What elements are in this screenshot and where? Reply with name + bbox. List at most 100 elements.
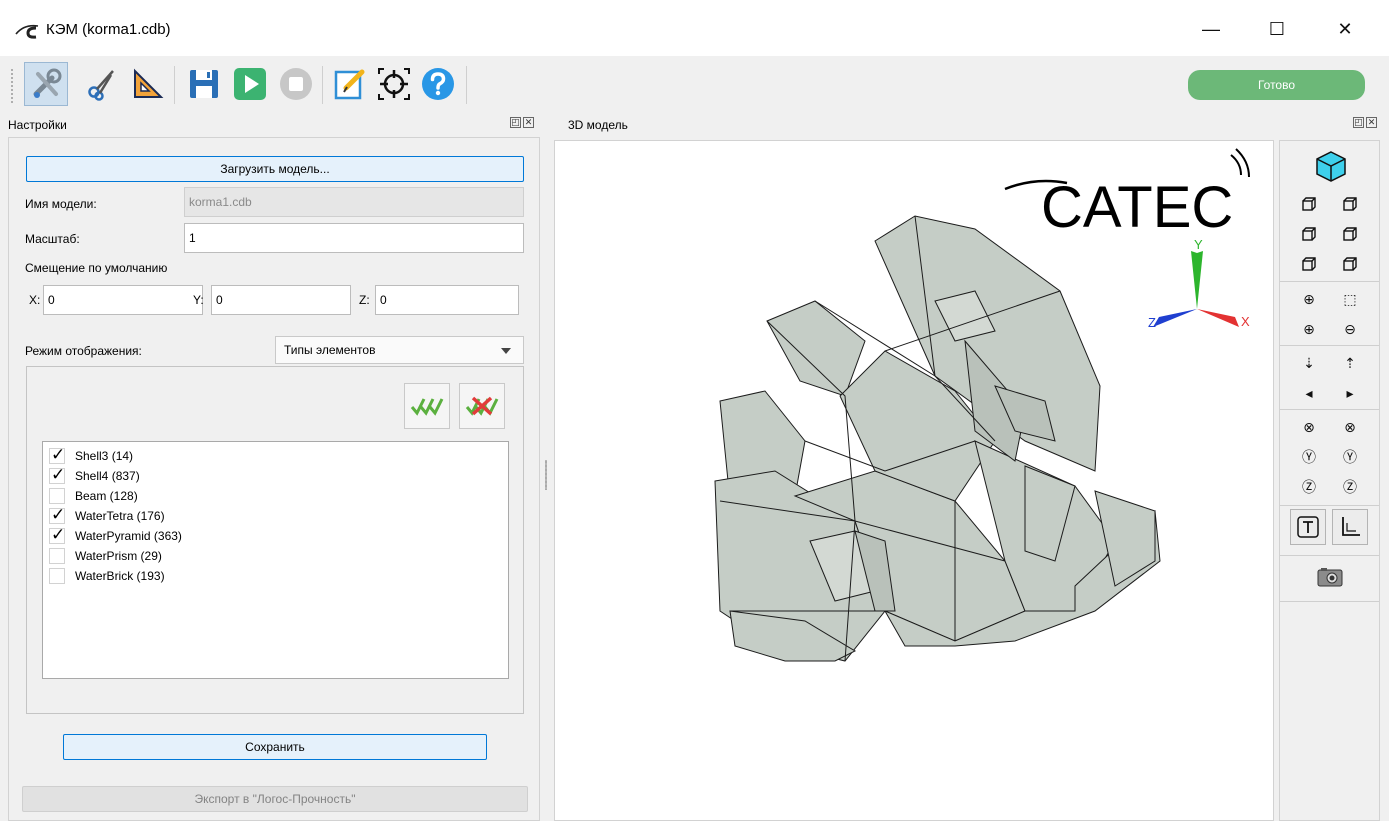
ruler-icon xyxy=(134,68,164,98)
close-panel-button[interactable]: ✕ xyxy=(1366,117,1377,128)
scale-field[interactable]: 1 xyxy=(184,223,524,253)
element-type-label: WaterBrick (193) xyxy=(75,569,165,583)
measure-button[interactable] xyxy=(126,62,170,106)
rotate-y-ccw-icon: Ⓨ xyxy=(1302,449,1316,465)
panel-splitter[interactable] xyxy=(545,460,547,490)
pan-down-button[interactable]: ⇣ xyxy=(1297,351,1321,375)
element-type-item[interactable]: WaterPrism (29) xyxy=(49,546,162,566)
rotate-x-cw-button[interactable]: ⊗ xyxy=(1338,415,1362,439)
rotate-y-ccw-button[interactable]: Ⓨ xyxy=(1297,445,1321,469)
pan-left-button[interactable]: ◂ xyxy=(1297,381,1321,405)
toolbar-grip[interactable] xyxy=(10,68,14,104)
text-toggle-button[interactable] xyxy=(1290,509,1326,545)
cut-button[interactable] xyxy=(80,62,124,106)
rotate-x-cw-icon: ⊗ xyxy=(1344,418,1356,435)
element-type-item[interactable]: Shell3 (14) xyxy=(49,445,133,466)
model-name-field[interactable]: korma1.cdb xyxy=(184,187,524,217)
close-button[interactable]: ✕ xyxy=(1322,14,1368,44)
element-type-item[interactable]: WaterTetra (176) xyxy=(49,505,165,526)
rotate-x-ccw-button[interactable]: ⊗ xyxy=(1297,415,1321,439)
uncheck-all-icon xyxy=(465,396,499,416)
zoom-in-button[interactable]: ⊕ xyxy=(1297,317,1321,341)
load-model-button[interactable]: Загрузить модель... xyxy=(26,156,524,182)
rotate-y-cw-button[interactable]: Ⓨ xyxy=(1338,445,1362,469)
help-icon xyxy=(422,68,454,100)
maximize-button[interactable]: ☐ xyxy=(1254,14,1300,44)
view-toolbar-separator xyxy=(1280,281,1379,282)
element-type-checkbox[interactable] xyxy=(49,548,65,564)
iso-view-button[interactable] xyxy=(1314,149,1348,183)
element-type-label: WaterTetra (176) xyxy=(75,509,165,523)
zoom-region-button[interactable]: ⬚ xyxy=(1338,287,1362,311)
run-button[interactable] xyxy=(228,62,272,106)
zoom-fit-button[interactable]: ⊕ xyxy=(1297,287,1321,311)
right-view-icon xyxy=(1342,226,1358,245)
export-button[interactable]: Экспорт в "Логос-Прочность" xyxy=(22,786,528,812)
display-mode-label: Режим отображения: xyxy=(25,344,142,358)
edit-button[interactable] xyxy=(328,62,372,106)
save-button[interactable]: Сохранить xyxy=(63,734,487,760)
edit-icon xyxy=(334,69,365,100)
mesh-model xyxy=(714,215,1161,662)
select-target-button[interactable] xyxy=(372,62,416,106)
element-type-checkbox[interactable] xyxy=(49,445,65,465)
float-panel-button[interactable]: ◰ xyxy=(1353,117,1364,128)
element-type-item[interactable]: WaterPyramid (363) xyxy=(49,525,182,546)
float-panel-button[interactable]: ◰ xyxy=(510,117,521,128)
close-panel-button[interactable]: ✕ xyxy=(523,117,534,128)
pan-up-button[interactable]: ⇡ xyxy=(1338,351,1362,375)
logo-text: CATEC xyxy=(1041,175,1233,240)
status-badge: Готово xyxy=(1188,70,1365,100)
display-mode-value: Типы элементов xyxy=(284,343,376,357)
minimize-button[interactable]: — xyxy=(1188,14,1234,44)
pan-right-icon: ▸ xyxy=(1346,384,1354,401)
element-type-checkbox[interactable] xyxy=(49,525,65,545)
element-type-label: WaterPrism (29) xyxy=(75,549,162,563)
display-mode-select[interactable]: Типы элементов xyxy=(275,336,524,364)
select-all-button[interactable] xyxy=(404,383,450,429)
save-toolbar-button[interactable] xyxy=(182,62,226,106)
chevron-down-icon xyxy=(501,348,511,354)
axes-triad: Y X Z xyxy=(1148,237,1250,330)
help-button[interactable] xyxy=(416,62,460,106)
rotate-z-cw-button[interactable]: Ⓩ xyxy=(1338,475,1362,499)
offset-y-field[interactable]: 0 xyxy=(211,285,351,315)
deselect-all-button[interactable] xyxy=(459,383,505,429)
element-type-checkbox[interactable] xyxy=(49,488,65,504)
model-viewport[interactable]: CATEC Y X Z xyxy=(554,140,1274,821)
element-type-item[interactable]: Shell4 (837) xyxy=(49,465,140,486)
iso-view-icon xyxy=(1316,151,1346,182)
zoom-in-icon: ⊕ xyxy=(1303,320,1315,337)
screenshot-button[interactable] xyxy=(1316,565,1344,589)
top-view-button[interactable] xyxy=(1297,253,1321,277)
element-type-label: Beam (128) xyxy=(75,489,138,503)
element-type-label: WaterPyramid (363) xyxy=(75,529,182,543)
axes-toggle-button[interactable] xyxy=(1332,509,1368,545)
element-type-checkbox[interactable] xyxy=(49,465,65,485)
settings-button[interactable] xyxy=(24,62,68,106)
rotate-z-ccw-button[interactable]: Ⓩ xyxy=(1297,475,1321,499)
back-view-icon xyxy=(1342,196,1358,215)
settings-panel-controls: ◰ ✕ xyxy=(510,117,534,128)
check-all-icon xyxy=(410,398,444,416)
pan-right-button[interactable]: ▸ xyxy=(1338,381,1362,405)
scale-label: Масштаб: xyxy=(25,232,80,246)
offset-x-field[interactable]: 0 xyxy=(43,285,203,315)
zoom-out-button[interactable]: ⊖ xyxy=(1338,317,1362,341)
top-view-icon xyxy=(1301,256,1317,275)
bottom-view-button[interactable] xyxy=(1338,253,1362,277)
left-view-button[interactable] xyxy=(1297,223,1321,247)
element-type-checkbox[interactable] xyxy=(49,505,65,525)
back-view-button[interactable] xyxy=(1338,193,1362,217)
offset-z-field[interactable]: 0 xyxy=(375,285,519,315)
element-type-item[interactable]: Beam (128) xyxy=(49,486,138,506)
stop-icon xyxy=(280,68,312,100)
front-view-button[interactable] xyxy=(1297,193,1321,217)
screenshot-icon xyxy=(1317,568,1343,587)
element-type-item[interactable]: WaterBrick (193) xyxy=(49,566,165,586)
element-type-label: Shell4 (837) xyxy=(75,469,140,483)
stop-button[interactable] xyxy=(274,62,318,106)
right-view-button[interactable] xyxy=(1338,223,1362,247)
model-view-controls: ◰ ✕ xyxy=(1353,117,1377,128)
element-type-checkbox[interactable] xyxy=(49,568,65,584)
